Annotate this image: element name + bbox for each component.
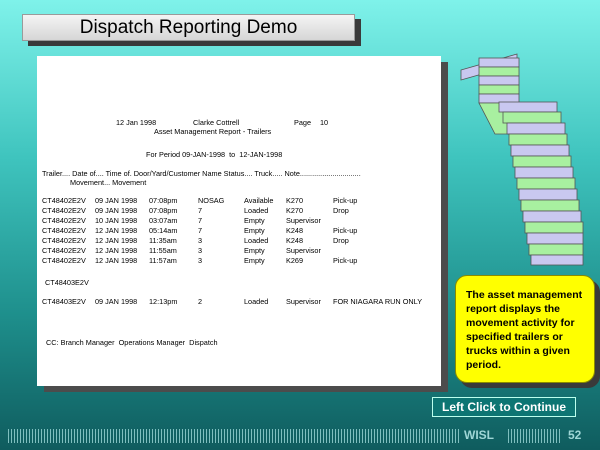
cell-status: Empty [244, 256, 265, 265]
cell-status: Loaded [244, 236, 269, 245]
cell-door: 3 [198, 246, 203, 255]
cell-status: Empty [244, 226, 265, 235]
report-page: 12 Jan 1998 Clarke Cottrell Page 10 Asse… [37, 56, 441, 386]
cell-note: Pick-up [333, 226, 358, 235]
cell-truck: K269 [286, 256, 304, 265]
table-row: CT48402E2V 10 JAN 1998 03:07am 7 Empty Superv… [37, 216, 441, 225]
cell-time: 11:55am [149, 246, 177, 255]
cell-date: 09 JAN 1998 [95, 196, 138, 205]
report-date: 12 Jan 1998 [116, 118, 157, 127]
cell-status: Empty [244, 216, 265, 225]
report-group-label: CT48403E2V [45, 278, 89, 287]
report-page-number: 10 [320, 118, 329, 127]
cell-status: Empty [244, 246, 265, 255]
cell-trailer: CT48402E2V [42, 236, 86, 245]
cell-truck: Supervisor [286, 246, 321, 255]
cell-note: Drop [333, 206, 349, 215]
footer-brand: WISL [464, 428, 494, 442]
cell-truck: Supervisor [286, 216, 321, 225]
table-row: CT48402E2V 09 JAN 1998 07:08pm 7 Loaded K270 D… [37, 206, 441, 215]
cell-status: Available [244, 196, 274, 205]
cell-door: 3 [198, 236, 203, 245]
cell-time: 03:07am [149, 216, 178, 225]
report-column-headers-2: Movement... Movement [70, 178, 147, 187]
cell-trailer: CT48402E2V [42, 206, 86, 215]
cell-door: NOSAG [198, 196, 225, 205]
cell-date: 09 JAN 1998 [95, 206, 138, 215]
report-column-headers: Trailer.... Date of.... Time of. Door/Ya… [42, 169, 361, 178]
report-user: Clarke Cottrell [193, 118, 240, 127]
cell-trailer: CT48403E2V [42, 297, 86, 306]
cell-time: 12:13pm [149, 297, 178, 306]
footer: WISL 52 [0, 426, 600, 446]
report-period: For Period 09-JAN-1998 to 12-JAN-1998 [146, 150, 283, 159]
table-row: CT48402E2V 09 JAN 1998 07:08pm NOSAG Availab… [37, 196, 441, 205]
footer-barcode-right [508, 429, 562, 443]
report-cc: CC: Branch Manager Operations Manager Di… [46, 338, 218, 347]
cell-time: 11:57am [149, 256, 177, 265]
cell-trailer: CT48402E2V [42, 226, 86, 235]
info-callout: The asset management report displays the… [455, 275, 595, 383]
cell-time: 07:08pm [149, 206, 178, 215]
table-row: CT48403E2V 09 JAN 1998 12:13pm 2 Loaded … [37, 297, 441, 306]
cell-time: 11:35am [149, 236, 177, 245]
cell-truck: K270 [286, 206, 304, 215]
cell-door: 3 [198, 256, 203, 265]
table-row: CT48402E2V 12 JAN 1998 11:35am 3 Loaded K248 D… [37, 236, 441, 245]
cell-door: 7 [198, 226, 203, 235]
cell-note: Drop [333, 236, 349, 245]
cell-status: Loaded [244, 297, 269, 306]
cell-truck: K270 [286, 196, 304, 205]
continuous-form-paper-icon [460, 53, 584, 266]
cell-date: 12 JAN 1998 [95, 256, 138, 265]
slide-number: 52 [568, 428, 582, 442]
cell-note: Pick-up [333, 196, 358, 205]
cell-truck: K248 [286, 226, 304, 235]
cell-note: FOR NIAGARA RUN ONLY [333, 297, 423, 306]
cell-trailer: CT48402E2V [42, 196, 86, 205]
table-row: CT48402E2V 12 JAN 1998 11:57am 3 Empty K269 Pi… [37, 256, 441, 265]
cell-trailer: CT48402E2V [42, 216, 86, 225]
cell-truck: Supervisor [286, 297, 321, 306]
cell-date: 12 JAN 1998 [95, 246, 138, 255]
cell-trailer: CT48402E2V [42, 246, 86, 255]
cell-date: 12 JAN 1998 [95, 236, 138, 245]
report-page-label: Page [294, 118, 312, 127]
page-title: Dispatch Reporting Demo [22, 14, 355, 41]
cell-door: 7 [198, 216, 203, 225]
cell-time: 07:08pm [149, 196, 178, 205]
cell-date: 10 JAN 1998 [95, 216, 138, 225]
cell-truck: K248 [286, 236, 304, 245]
cell-status: Loaded [244, 206, 269, 215]
table-row: CT48402E2V 12 JAN 1998 11:55am 3 Empty Superv… [37, 246, 441, 255]
cell-door: 7 [198, 206, 203, 215]
continue-button[interactable]: Left Click to Continue [432, 397, 576, 417]
cell-time: 05:14am [149, 226, 178, 235]
cell-trailer: CT48402E2V [42, 256, 86, 265]
footer-barcode-left [8, 429, 460, 443]
cell-note: Pick-up [333, 256, 358, 265]
cell-date: 12 JAN 1998 [95, 226, 138, 235]
table-row: CT48402E2V 12 JAN 1998 05:14am 7 Empty K248 Pi… [37, 226, 441, 235]
report-name: Asset Management Report - Trailers [154, 127, 272, 136]
cell-door: 2 [198, 297, 203, 306]
cell-date: 09 JAN 1998 [95, 297, 138, 306]
